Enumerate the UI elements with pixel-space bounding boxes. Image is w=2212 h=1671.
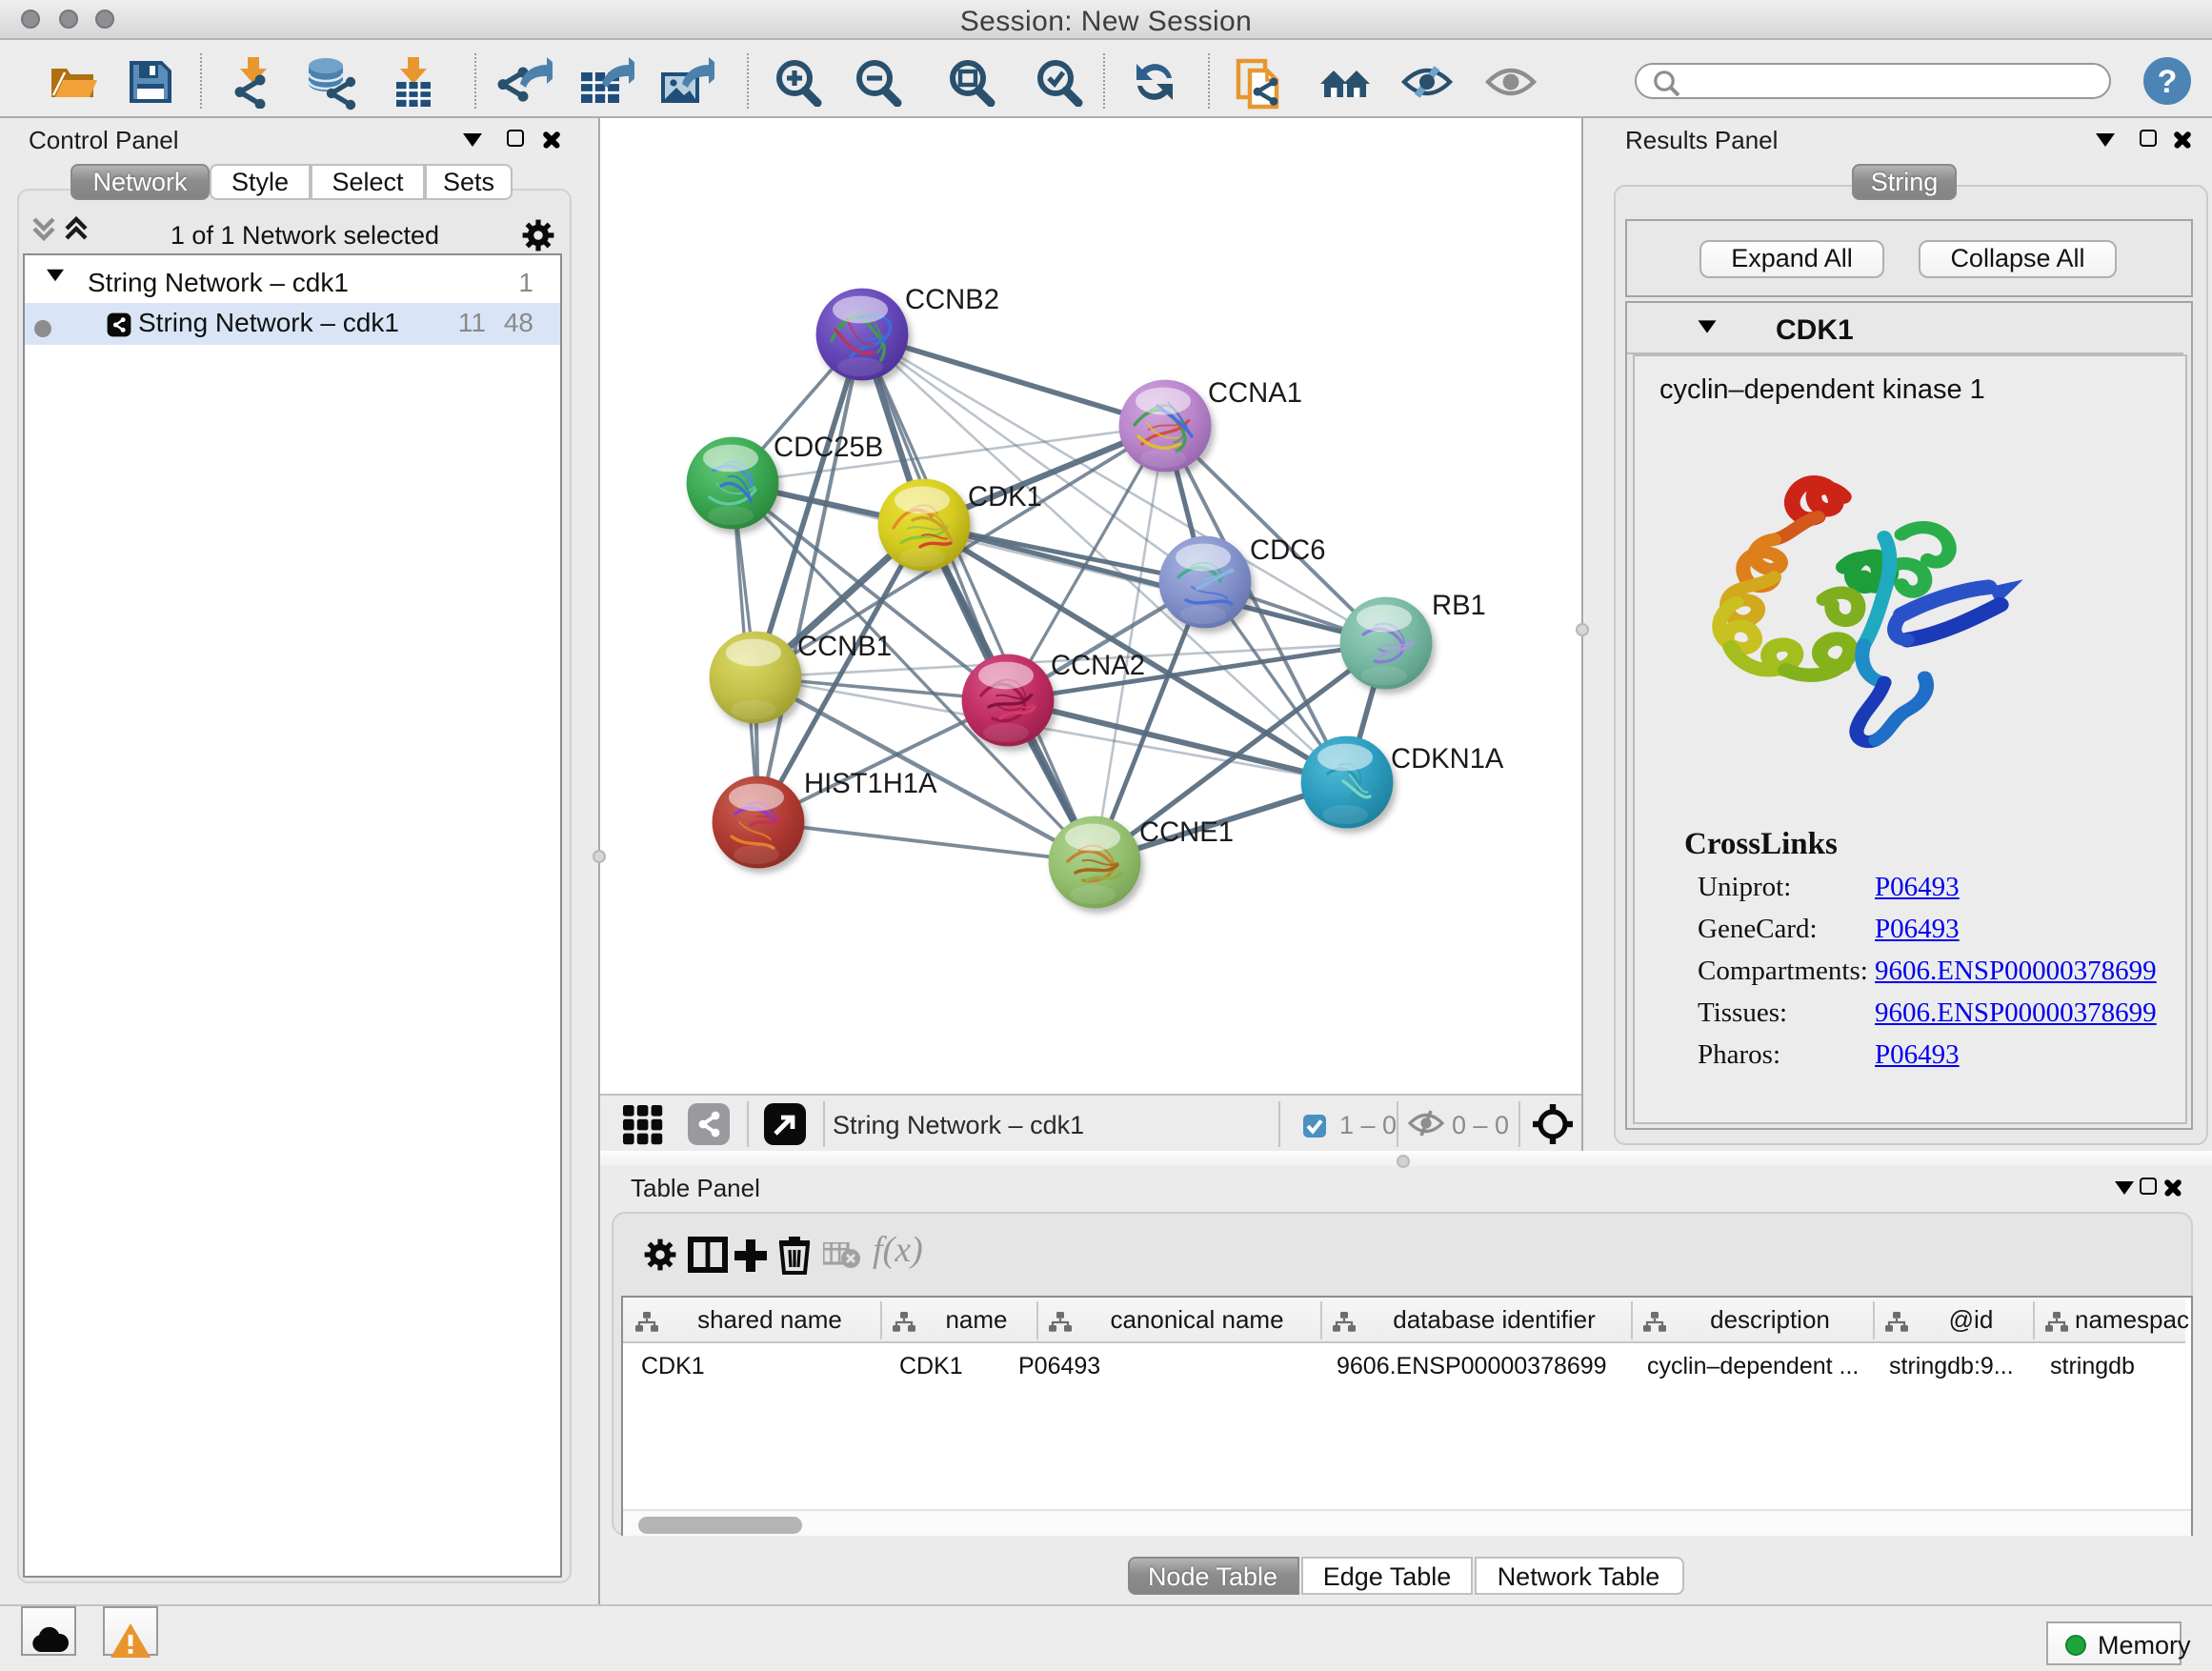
svg-text:HIST1H1A: HIST1H1A bbox=[804, 769, 937, 799]
svg-text:?: ? bbox=[2158, 64, 2178, 100]
svg-text:CDKN1A: CDKN1A bbox=[1391, 744, 1504, 775]
svg-text:CDC25B: CDC25B bbox=[774, 433, 883, 463]
svg-text:CCNA2: CCNA2 bbox=[1051, 651, 1145, 681]
svg-text:RB1: RB1 bbox=[1432, 591, 1486, 621]
svg-text:CCNE1: CCNE1 bbox=[1139, 817, 1234, 848]
svg-text:CCNB1: CCNB1 bbox=[797, 632, 892, 662]
svg-text:CCNA1: CCNA1 bbox=[1208, 378, 1302, 409]
svg-text:CDK1: CDK1 bbox=[968, 482, 1042, 513]
svg-text:CDC6: CDC6 bbox=[1250, 535, 1325, 566]
svg-text:CCNB2: CCNB2 bbox=[905, 285, 999, 315]
